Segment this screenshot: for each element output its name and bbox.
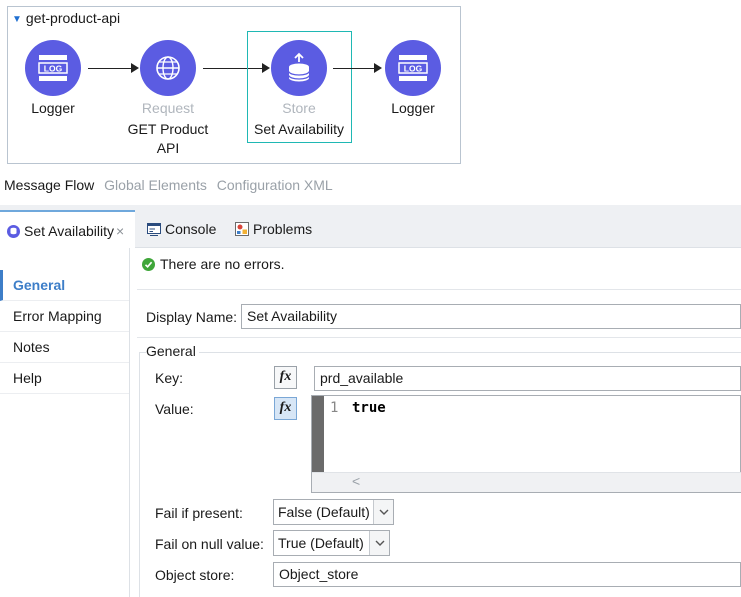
flow-connector	[333, 68, 375, 69]
arrow-head-icon	[374, 63, 382, 73]
tab-message-flow[interactable]: Message Flow	[4, 177, 94, 193]
console-icon	[147, 222, 161, 236]
logger-icon: LOG	[38, 55, 68, 81]
arrow-head-icon	[131, 63, 139, 73]
logger-icon: LOG	[398, 55, 428, 81]
general-group-title: General	[146, 343, 199, 359]
close-icon[interactable]: ×	[116, 223, 124, 239]
tab-label: Set Availability	[24, 223, 115, 239]
tab-label: Problems	[253, 221, 313, 237]
logger-node-1[interactable]: LOG	[25, 40, 81, 96]
flow-title[interactable]: ▼ get-product-api	[12, 10, 120, 26]
status-message: There are no errors.	[142, 256, 285, 272]
logger-icon-text: LOG	[404, 64, 423, 74]
horizontal-scrollbar[interactable]	[312, 472, 741, 492]
node-label: Set Availability	[253, 121, 344, 137]
nav-help[interactable]: Help	[0, 363, 129, 394]
fail-on-null-select[interactable]: True (Default)	[273, 530, 390, 556]
editor-tabs: Message Flow Global Elements Configurati…	[4, 177, 339, 193]
fail-if-present-label: Fail if present:	[155, 505, 243, 521]
node-label-line1: GET Product	[127, 121, 209, 137]
store-node[interactable]	[271, 40, 327, 96]
globe-icon	[156, 56, 180, 80]
tab-problems[interactable]: Problems	[235, 221, 312, 237]
chevron-down-icon[interactable]	[373, 500, 393, 524]
collapse-triangle-icon[interactable]: ▼	[12, 14, 22, 25]
properties-nav: General Error Mapping Notes Help	[0, 248, 130, 597]
request-node[interactable]	[140, 40, 196, 96]
tab-label: Console	[165, 221, 217, 237]
select-value: True (Default)	[278, 535, 364, 551]
nav-error-mapping[interactable]: Error Mapping	[0, 301, 129, 332]
node-sublabel: Request	[141, 100, 195, 116]
object-store-label: Object store:	[155, 567, 235, 583]
problems-icon	[235, 222, 249, 236]
line-number: 1	[330, 400, 339, 416]
node-sublabel: Store	[282, 100, 316, 116]
node-label: Logger	[31, 100, 75, 116]
node-label: Logger	[391, 100, 435, 116]
tab-set-availability[interactable]: Set Availability ×	[0, 210, 135, 250]
object-store-field[interactable]: Object_store	[273, 562, 741, 587]
flow-connector	[88, 68, 132, 69]
fail-on-null-label: Fail on null value:	[155, 536, 264, 552]
key-field[interactable]: prd_available	[314, 366, 741, 391]
expression-code[interactable]: true	[352, 400, 386, 416]
key-label: Key:	[155, 370, 184, 386]
divider	[137, 289, 741, 290]
select-value: False (Default)	[278, 504, 370, 520]
tab-global-elements[interactable]: Global Elements	[104, 177, 207, 193]
nav-notes[interactable]: Notes	[0, 332, 129, 363]
fail-if-present-select[interactable]: False (Default)	[273, 499, 394, 525]
node-label-line2: API	[156, 140, 180, 156]
check-circle-icon	[142, 257, 155, 271]
logger-icon-text: LOG	[44, 64, 63, 74]
display-name-field[interactable]: Set Availability	[241, 304, 741, 329]
logger-node-2[interactable]: LOG	[385, 40, 441, 96]
status-text: There are no errors.	[160, 256, 285, 272]
store-icon	[7, 224, 20, 238]
editor-gutter	[312, 396, 324, 472]
chevron-down-icon[interactable]	[369, 531, 389, 555]
divider	[137, 337, 741, 338]
display-name-label: Display Name:	[146, 309, 238, 325]
scroll-left-icon[interactable]: <	[352, 473, 360, 489]
store-icon	[288, 52, 310, 82]
fx-toggle-button[interactable]: fx	[274, 397, 297, 420]
tab-console[interactable]: Console	[147, 221, 216, 237]
value-label: Value:	[155, 401, 194, 417]
tab-configuration-xml[interactable]: Configuration XML	[217, 177, 333, 193]
nav-general[interactable]: General	[0, 270, 129, 301]
fx-toggle-button[interactable]: fx	[274, 366, 297, 389]
